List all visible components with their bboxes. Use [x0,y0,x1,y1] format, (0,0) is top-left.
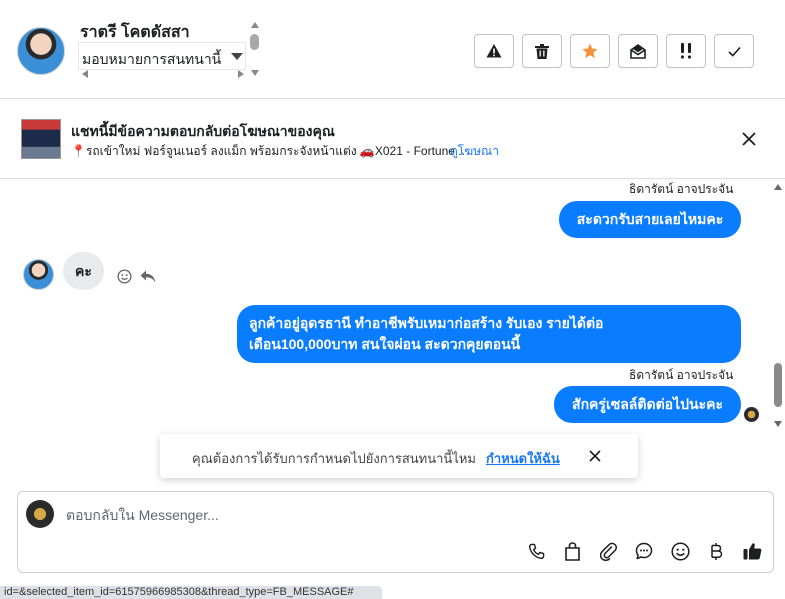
sender-name: ธิดารัตน์ อาจประจัน [629,182,734,196]
page-avatar [26,500,54,528]
assign-to-me-link[interactable]: กำหนดให้ฉัน [486,448,560,469]
scroll-down-icon[interactable] [774,421,782,427]
message-composer [17,491,774,573]
baht-icon [711,542,723,560]
shopping-bag-icon [564,541,580,561]
chevron-down-icon [231,53,243,60]
status-bar-url: id=&selected_item_id=61575966985308&thre… [0,586,382,599]
assign-vertical-scrollbar[interactable] [249,22,261,80]
shop-button[interactable] [561,540,583,562]
contact-avatar[interactable] [17,27,65,75]
scroll-down-icon[interactable] [251,70,259,76]
contact-avatar[interactable] [23,259,54,290]
report-spam-button[interactable] [474,34,514,68]
star-icon [582,43,598,58]
sender-name: ธิดารัตน์ อาจประจัน [629,368,734,382]
delete-button[interactable] [522,34,562,68]
trash-icon [535,43,549,59]
message-bubble-outgoing[interactable]: สะดวกรับสายเลยไหมคะ [559,201,741,238]
follow-up-button[interactable] [666,34,706,68]
ad-banner-title: แชทนี้มีข้อความตอบกลับต่อโฆษณาของคุณ [71,123,335,139]
mark-done-button[interactable] [714,34,754,68]
paperclip-icon [599,542,617,561]
emoji-button[interactable] [669,540,691,562]
open-envelope-icon [630,43,646,59]
mark-unread-button[interactable] [618,34,658,68]
phone-icon [528,543,544,559]
assign-horizontal-scrollbar[interactable] [82,68,244,80]
reply-icon[interactable] [140,270,156,283]
warning-icon [486,44,502,58]
close-icon[interactable] [588,449,602,463]
like-button[interactable] [741,540,763,562]
reply-input[interactable] [66,507,666,523]
scroll-thumb[interactable] [774,363,782,407]
scroll-left-icon[interactable] [82,70,88,78]
thread-scrollbar[interactable] [771,180,785,435]
message-thread[interactable]: ธิดารัตน์ อาจประจัน สะดวกรับสายเลยไหมคะ … [0,180,770,435]
star-button[interactable] [570,34,610,68]
message-bubble-outgoing[interactable]: ลูกค้าอยู่อุดรธานี ทำอาชีพรับเหมาก่อสร้า… [237,305,741,363]
close-icon[interactable] [741,131,757,147]
ad-description: 📍รถเข้าใหม่ ฟอร์จูนเนอร์ ลงแม็ก พร้อมกระ… [71,144,465,158]
conversation-header: ราตรี โคตดัสสา มอบหมายการสนทนานี้ [0,0,785,99]
scroll-thumb[interactable] [250,34,259,50]
assign-reminder-toast: คุณต้องการได้รับการกำหนดไปยังการสนทนานี้… [160,434,638,478]
toast-message: คุณต้องการได้รับการกำหนดไปยังการสนทนานี้… [192,451,476,466]
payment-button[interactable] [705,540,727,562]
double-exclamation-icon [681,43,691,59]
smiley-icon [670,541,690,561]
assign-conversation-select[interactable]: มอบหมายการสนทนานี้ [78,42,246,70]
scroll-up-icon[interactable] [774,184,782,190]
check-icon [727,46,741,57]
attach-button[interactable] [597,540,619,562]
thumbs-up-icon [743,543,761,560]
scroll-up-icon[interactable] [251,22,259,28]
saved-replies-button[interactable] [633,540,655,562]
message-line: เดือน100,000บาท สนใจผ่อน สะดวกคุยตอนนี้ [249,336,521,352]
ad-thumbnail[interactable] [21,119,61,159]
message-bubble-outgoing[interactable]: สักครู่เซลล์ติดต่อไปนะคะ [554,386,741,423]
seen-receipt-avatar [744,407,759,422]
ad-reply-banner: แชทนี้มีข้อความตอบกลับต่อโฆษณาของคุณ 📍รถ… [0,99,785,179]
message-line: ลูกค้าอยู่อุดรธานี ทำอาชีพรับเหมาก่อสร้า… [249,315,604,331]
view-ad-link[interactable]: ดูโฆษณา [450,142,499,161]
message-bubble-incoming[interactable]: คะ [63,252,104,290]
phone-button[interactable] [525,540,547,562]
chat-bubble-icon [635,542,653,560]
smiley-icon[interactable] [117,269,132,284]
scroll-right-icon[interactable] [238,70,244,78]
